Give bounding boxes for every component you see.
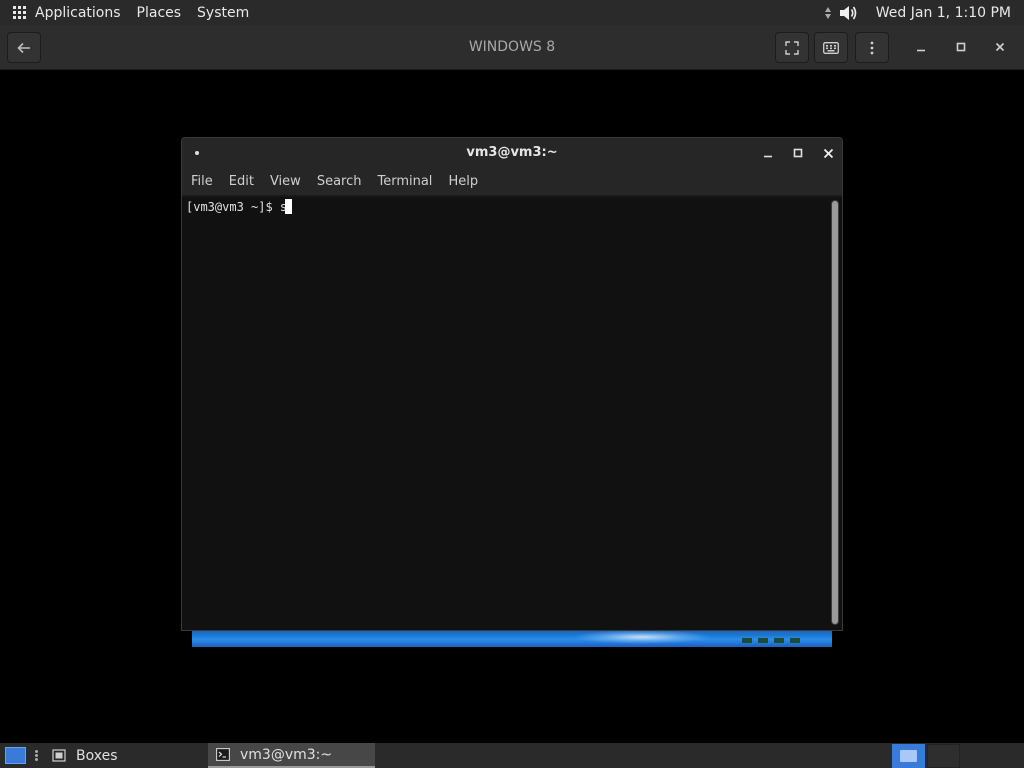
top-panel: Applications Places System Wed Jan 1, 1:… (0, 0, 1024, 25)
status-area: Wed Jan 1, 1:10 PM (824, 0, 1011, 25)
vm-menu-button[interactable] (855, 32, 889, 63)
terminal-scrollbar[interactable] (831, 200, 839, 625)
clock[interactable]: Wed Jan 1, 1:10 PM (876, 5, 1011, 21)
task-label: vm3@vm3:~ (240, 746, 333, 763)
terminal-body[interactable]: [vm3@vm3 ~]$ s (182, 197, 842, 630)
minimize-button[interactable] (911, 37, 931, 57)
minimize-icon (917, 49, 925, 52)
boxes-headerbar: WINDOWS 8 (0, 25, 1024, 70)
menu-places[interactable]: Places (137, 5, 182, 21)
applications-grid-icon[interactable] (13, 5, 27, 20)
boxes-app-icon (52, 749, 66, 762)
workspace-1[interactable] (892, 744, 925, 768)
task-terminal[interactable]: vm3@vm3:~ (208, 743, 375, 768)
kebab-menu-icon (870, 41, 874, 54)
bottom-panel: Boxes vm3@vm3:~ (0, 743, 1024, 768)
terminal-titlebar[interactable]: vm3@vm3:~ (182, 138, 842, 168)
scrollbar-thumb[interactable] (832, 201, 838, 624)
network-activity-icon[interactable] (824, 6, 832, 20)
terminal-window: vm3@vm3:~ File Edit View Search Terminal… (181, 137, 843, 631)
close-icon (995, 42, 1005, 52)
text-cursor (285, 199, 293, 214)
workspace-2[interactable] (927, 744, 960, 768)
close-button[interactable] (990, 37, 1010, 57)
maximize-icon (956, 42, 966, 52)
menu-help[interactable]: Help (448, 174, 478, 189)
terminal-menubar: File Edit View Search Terminal Help (182, 168, 842, 196)
shell-prompt: [vm3@vm3 ~]$ (186, 200, 280, 214)
menu-applications[interactable]: Applications (35, 5, 121, 21)
command-line[interactable]: [vm3@vm3 ~]$ s (186, 199, 293, 215)
menu-edit[interactable]: Edit (229, 174, 254, 189)
terminal-minimize-button[interactable] (758, 143, 778, 163)
close-icon (823, 148, 833, 158)
terminal-maximize-button[interactable] (788, 143, 808, 163)
fullscreen-icon (785, 40, 799, 55)
menu-system[interactable]: System (197, 5, 249, 21)
terminal-close-button[interactable] (818, 143, 838, 163)
panel-handle[interactable] (35, 750, 38, 761)
show-desktop-icon[interactable] (5, 747, 26, 764)
keyboard-icon (823, 41, 839, 54)
keyboard-button[interactable] (814, 32, 848, 63)
minimize-icon (764, 155, 772, 158)
task-label: Boxes (76, 747, 118, 764)
maximize-button[interactable] (951, 37, 971, 57)
menu-view[interactable]: View (270, 174, 301, 189)
menu-terminal[interactable]: Terminal (377, 174, 432, 189)
menu-file[interactable]: File (191, 174, 213, 189)
terminal-app-icon (216, 748, 230, 761)
menu-search[interactable]: Search (317, 174, 362, 189)
volume-icon[interactable] (838, 4, 858, 22)
maximize-icon (793, 148, 803, 158)
terminal-title: vm3@vm3:~ (466, 145, 558, 160)
fullscreen-button[interactable] (775, 32, 809, 63)
task-boxes[interactable]: Boxes (44, 743, 204, 768)
